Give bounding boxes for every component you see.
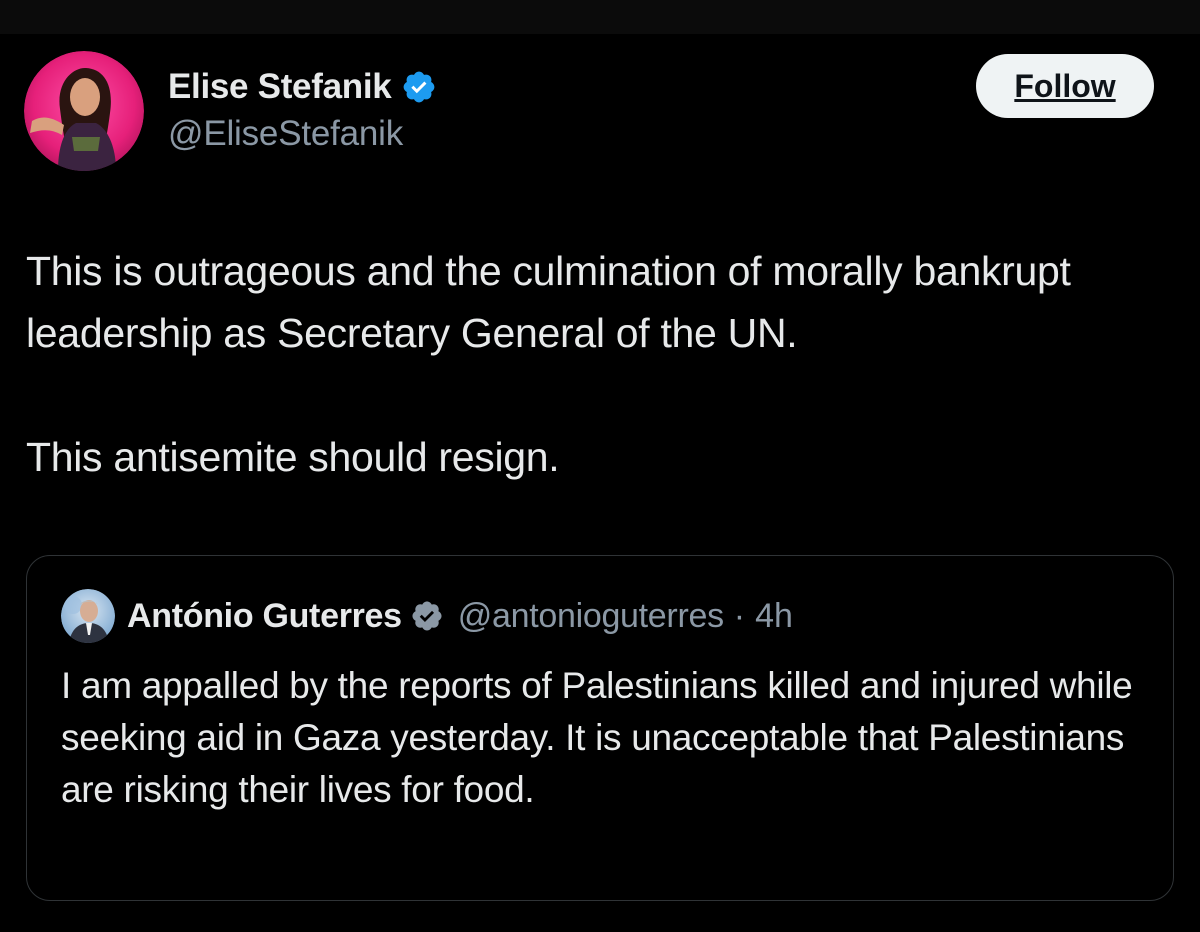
author-avatar[interactable]	[24, 51, 144, 171]
quoted-tweet-header: António Guterres @antonioguterres · 4h	[61, 589, 793, 643]
quoted-author-handle[interactable]: @antonioguterres	[458, 597, 724, 636]
author-name[interactable]: Elise Stefanik	[168, 67, 392, 107]
author-avatar-image	[24, 51, 144, 171]
quoted-author-name[interactable]: António Guterres	[127, 597, 402, 636]
quoted-verified-badge-icon	[410, 599, 444, 633]
tweet-paragraph: This antisemite should resign.	[26, 434, 560, 480]
tweet-paragraph: This is outrageous and the culmination o…	[26, 248, 1082, 356]
verified-badge-icon[interactable]	[401, 69, 437, 105]
separator-dot: ·	[733, 596, 746, 635]
quoted-tweet-card[interactable]: António Guterres @antonioguterres · 4h I…	[26, 555, 1174, 901]
quoted-author-avatar[interactable]	[61, 589, 115, 643]
author-handle[interactable]: @EliseStefanik	[168, 114, 403, 154]
quoted-tweet-timestamp[interactable]: 4h	[755, 597, 793, 636]
quoted-tweet-text: I am appalled by the reports of Palestin…	[61, 665, 1133, 810]
follow-button[interactable]: Follow	[976, 54, 1154, 118]
top-bar	[0, 0, 1200, 34]
tweet-text: This is outrageous and the culmination o…	[26, 240, 1166, 488]
author-name-row: Elise Stefanik	[168, 64, 437, 110]
